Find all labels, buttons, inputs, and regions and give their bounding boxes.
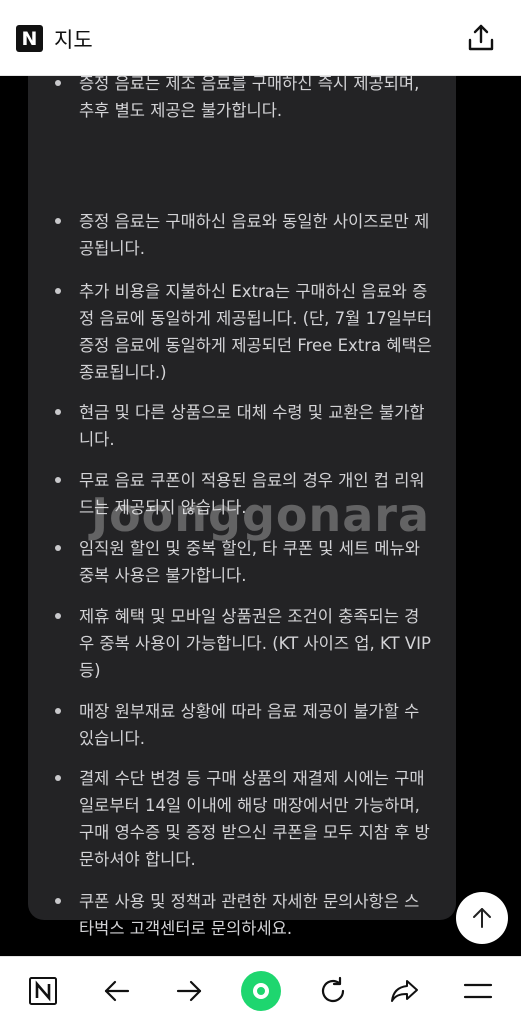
reload-icon (321, 976, 345, 1003)
share-forward-icon (391, 980, 418, 1002)
page-content[interactable]: 증정 음료는 제조 음료를 구매하신 즉시 제공되며, 추후 별도 제공은 불가… (0, 76, 521, 956)
green-dot-icon (241, 971, 281, 1011)
reload-button[interactable] (313, 971, 353, 1011)
green-dot-button[interactable] (241, 971, 281, 1011)
notice-text: 현금 및 다른 상품으로 대체 수령 및 교환은 불가합 니다. (79, 403, 425, 449)
bottom-navigation (0, 956, 521, 1024)
share-icon (468, 24, 494, 51)
back-button[interactable] (97, 971, 137, 1011)
bullet-icon (55, 80, 61, 86)
notice-text: 증정 음료는 구매하신 음료와 동일한 사이즈로만 제 공됩니다. (79, 212, 430, 258)
bullet-icon (55, 775, 61, 781)
app-title: 지도 (54, 28, 93, 52)
bullet-icon (55, 288, 61, 294)
forward-button[interactable] (169, 971, 209, 1011)
bullet-icon (55, 613, 61, 619)
notice-text: 무료 음료 쿠폰이 적용된 음료의 경우 개인 컵 리워 드는 제공되지 않습니… (79, 471, 425, 517)
bullet-icon (55, 477, 61, 483)
notice-text: 결제 수단 변경 등 구매 상품의 재결제 시에는 구매 일로부터 14일 이내… (79, 769, 430, 869)
share-forward-button[interactable] (385, 971, 425, 1011)
notice-text: 제휴 혜택 및 모바일 상품권은 조건이 충족되는 경 우 중복 사용이 가능합… (79, 607, 431, 680)
menu-button[interactable] (458, 971, 498, 1011)
notice-text: 증정 음료는 제조 음료를 구매하신 즉시 제공되며, 추후 별도 제공은 불가… (79, 76, 420, 120)
notice-text: 임직원 할인 및 중복 할인, 타 쿠폰 및 세트 메뉴와 중복 사용은 불가합… (79, 539, 420, 585)
bullet-icon (55, 545, 61, 551)
notice-card: 증정 음료는 제조 음료를 구매하신 즉시 제공되며, 추후 별도 제공은 불가… (28, 76, 456, 938)
bullet-icon (55, 409, 61, 415)
top-app-bar: N 지도 (0, 0, 521, 76)
naver-home-icon (29, 977, 57, 1005)
bullet-icon (55, 218, 61, 224)
arrow-right-icon (176, 980, 202, 1002)
menu-icon (463, 983, 493, 999)
notice-text: 쿠폰 사용 및 정책과 관련한 자세한 문의사항은 스 타벅스 고객센터로 문의… (79, 892, 420, 938)
bullet-icon (55, 898, 61, 904)
notice-text: 매장 원부재료 상황에 따라 음료 제공이 불가할 수 있습니다. (79, 702, 420, 748)
arrow-up-icon (473, 908, 491, 928)
bullet-icon (55, 708, 61, 714)
naver-logo-icon[interactable]: N (16, 25, 43, 52)
notice-text: 추가 비용을 지불하신 Extra는 구매하신 음료와 증 정 음료에 동일하게… (79, 282, 433, 382)
share-button[interactable] (465, 22, 497, 54)
scroll-to-top-button[interactable] (456, 892, 508, 944)
arrow-left-icon (104, 980, 130, 1002)
home-button[interactable] (23, 971, 63, 1011)
